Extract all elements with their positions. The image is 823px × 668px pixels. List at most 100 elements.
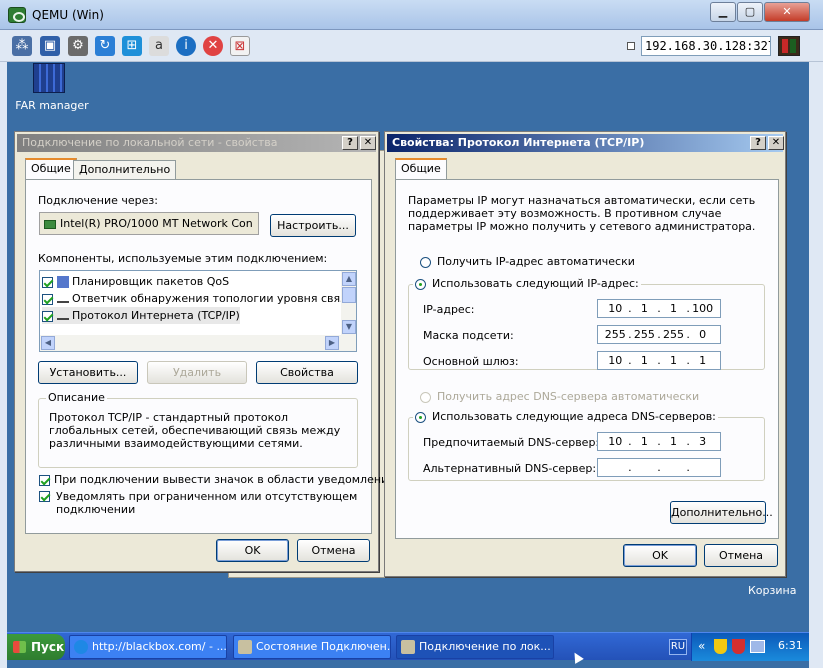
manual-ip-radio[interactable] bbox=[415, 278, 426, 290]
recycle-bin-label[interactable]: Корзина bbox=[748, 584, 796, 597]
keyboard-icon[interactable]: a bbox=[149, 36, 169, 56]
scroll-down-icon[interactable]: ▼ bbox=[342, 320, 356, 334]
list-item[interactable]: Ответчик обнаружения топологии уровня св… bbox=[42, 290, 353, 307]
list-item[interactable]: Протокол Интернета (TCP/IP) bbox=[42, 307, 240, 324]
scroll-right-icon[interactable]: ▶ bbox=[325, 336, 339, 350]
host-window-title: QEMU (Win) bbox=[32, 8, 104, 22]
adapter-name: Intel(R) PRO/1000 MT Network Con bbox=[60, 217, 253, 230]
lan-help-button[interactable]: ? bbox=[342, 136, 358, 150]
tab-general[interactable]: Общие bbox=[25, 158, 77, 180]
refresh-icon[interactable]: ↻ bbox=[95, 36, 115, 56]
tray-expand-icon[interactable]: « bbox=[698, 639, 705, 653]
list-item[interactable]: Планировщик пакетов QoS bbox=[42, 273, 229, 290]
settings-icon[interactable]: ⚙ bbox=[68, 36, 88, 56]
tcpip-properties-dialog: Свойства: Протокол Интернета (TCP/IP) ? … bbox=[384, 131, 786, 577]
address-field[interactable]: 192.168.30.128:327 bbox=[641, 36, 771, 56]
host-restore-button[interactable]: ▢ bbox=[737, 2, 763, 22]
disconnect-icon[interactable]: ⊠ bbox=[230, 36, 250, 56]
gateway-label: Основной шлюз: bbox=[423, 355, 519, 368]
info-icon[interactable]: i bbox=[176, 36, 196, 56]
taskbar-item-browser[interactable]: http://blackbox.com/ - ... bbox=[69, 635, 227, 659]
ip-address-field[interactable]: 10. 1. 1. 100 bbox=[597, 299, 721, 318]
ip-label: IP-адрес: bbox=[423, 303, 475, 316]
manual-dns-label: Использовать следующие адреса DNS-сервер… bbox=[432, 410, 716, 423]
auto-dns-option[interactable]: Получить адрес DNS-сервера автоматически bbox=[420, 390, 699, 403]
component-checkbox[interactable] bbox=[42, 276, 53, 288]
address-checkbox[interactable] bbox=[627, 42, 635, 50]
windows-flag-icon bbox=[13, 641, 26, 653]
alternate-dns-field[interactable]: ... bbox=[597, 458, 721, 477]
tcpip-dialog-titlebar: Свойства: Протокол Интернета (TCP/IP) bbox=[387, 134, 783, 152]
stop-icon[interactable]: ✕ bbox=[203, 36, 223, 56]
tcpip-close-button[interactable]: ✕ bbox=[768, 136, 784, 150]
tab-general[interactable]: Общие bbox=[395, 158, 447, 180]
notify-option[interactable]: Уведомлять при ограниченном или отсутств… bbox=[39, 490, 359, 516]
mask-label: Маска подсети: bbox=[423, 329, 514, 342]
notify-checkbox[interactable] bbox=[39, 491, 50, 502]
tcpip-help-button[interactable]: ? bbox=[750, 136, 766, 150]
taskbar-item-connection[interactable]: Подключение по лок... bbox=[396, 635, 554, 659]
auto-ip-label: Получить IP-адрес автоматически bbox=[437, 255, 635, 268]
description-title: Описание bbox=[46, 391, 107, 404]
scroll-thumb[interactable] bbox=[342, 287, 356, 303]
lan-dialog-title: Подключение по локальной сети - свойства bbox=[22, 136, 278, 149]
component-checkbox[interactable] bbox=[42, 293, 53, 305]
pref-dns-label: Предпочитаемый DNS-сервер: bbox=[423, 436, 600, 449]
horizontal-scrollbar[interactable]: ◀ ▶ bbox=[40, 335, 356, 351]
tcpip-ok-button[interactable]: OK bbox=[623, 544, 697, 567]
show-icon-checkbox[interactable] bbox=[39, 474, 50, 486]
properties-button[interactable]: Свойства bbox=[256, 361, 358, 384]
host-minimize-button[interactable]: ▁ bbox=[710, 2, 736, 22]
auto-ip-option[interactable]: Получить IP-адрес автоматически bbox=[420, 255, 635, 268]
tcpip-cancel-button[interactable]: Отмена bbox=[704, 544, 778, 567]
scroll-up-icon[interactable]: ▲ bbox=[342, 272, 356, 286]
gateway-field[interactable]: 10. 1. 1. 1 bbox=[597, 351, 721, 370]
auto-dns-radio[interactable] bbox=[420, 391, 431, 403]
fullscreen-icon[interactable]: ▣ bbox=[40, 36, 60, 56]
far-manager-label[interactable]: FAR manager bbox=[12, 99, 92, 112]
show-icon-option[interactable]: При подключении вывести значок в области… bbox=[39, 473, 395, 486]
tab-advanced[interactable]: Дополнительно bbox=[73, 160, 177, 180]
start-label: Пуск bbox=[31, 640, 65, 654]
scroll-left-icon[interactable]: ◀ bbox=[41, 336, 55, 350]
manual-ip-label: Использовать следующий IP-адрес: bbox=[432, 277, 639, 290]
windows-icon[interactable]: ⊞ bbox=[122, 36, 142, 56]
configure-button[interactable]: Настроить... bbox=[270, 214, 356, 237]
component-label: Ответчик обнаружения топологии уровня св… bbox=[72, 292, 354, 305]
manual-dns-radio[interactable] bbox=[415, 411, 426, 423]
clock[interactable]: 6:31 bbox=[778, 639, 803, 652]
auto-ip-radio[interactable] bbox=[420, 256, 431, 268]
manual-dns-option[interactable]: Использовать следующие адреса DNS-сервер… bbox=[413, 410, 718, 423]
components-list: Планировщик пакетов QoS Ответчик обнаруж… bbox=[39, 270, 357, 352]
tcpip-dialog-title: Свойства: Протокол Интернета (TCP/IP) bbox=[392, 136, 645, 149]
manual-ip-option[interactable]: Использовать следующий IP-адрес: bbox=[413, 277, 641, 290]
advanced-button[interactable]: Дополнительно... bbox=[670, 501, 773, 524]
far-manager-icon[interactable] bbox=[33, 63, 65, 93]
start-button[interactable]: Пуск bbox=[7, 634, 65, 660]
vertical-scrollbar[interactable]: ▲ ▼ bbox=[341, 271, 356, 335]
show-icon-label: При подключении вывести значок в области… bbox=[54, 473, 396, 486]
system-tray: « 6:31 bbox=[691, 633, 809, 661]
share-icon[interactable]: ⁂ bbox=[12, 36, 32, 56]
lan-ok-button[interactable]: OK bbox=[216, 539, 289, 562]
auto-dns-label: Получить адрес DNS-сервера автоматически bbox=[437, 390, 700, 403]
language-indicator[interactable]: RU bbox=[669, 639, 687, 655]
qos-icon bbox=[57, 276, 69, 288]
host-titlebar: QEMU (Win) ▁ ▢ ✕ bbox=[0, 0, 823, 30]
connect-via-label: Подключение через: bbox=[38, 194, 158, 207]
subnet-mask-field[interactable]: 255. 255. 255. 0 bbox=[597, 325, 721, 344]
lan-close-button[interactable]: ✕ bbox=[360, 136, 376, 150]
manual-dns-group: Использовать следующие адреса DNS-сервер… bbox=[408, 410, 765, 481]
intro-text: Параметры IP могут назначаться автоматич… bbox=[408, 194, 756, 233]
host-close-button[interactable]: ✕ bbox=[764, 2, 810, 22]
network-tray-icon[interactable] bbox=[750, 640, 765, 653]
preferred-dns-field[interactable]: 10. 1. 1. 3 bbox=[597, 432, 721, 451]
taskbar-item-status[interactable]: Состояние Подключен... bbox=[233, 635, 391, 659]
component-checkbox[interactable] bbox=[42, 310, 53, 322]
lan-cancel-button[interactable]: Отмена bbox=[297, 539, 370, 562]
security-shield-icon[interactable] bbox=[714, 639, 727, 654]
remove-button[interactable]: Удалить bbox=[147, 361, 247, 384]
install-button[interactable]: Установить... bbox=[38, 361, 138, 384]
alert-shield-icon[interactable] bbox=[732, 639, 745, 654]
host-left-border bbox=[0, 62, 7, 668]
